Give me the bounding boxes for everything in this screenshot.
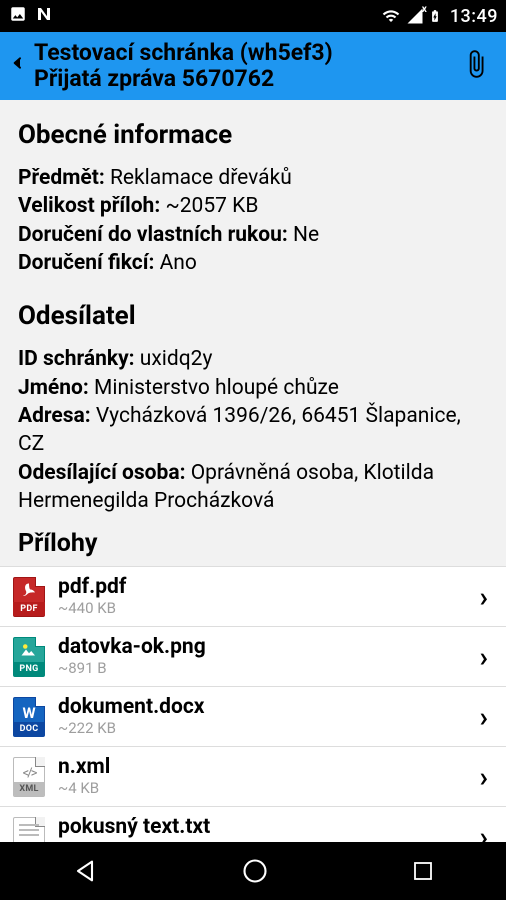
row-sender-name: Jméno: Ministerstvo hloupé chůze — [18, 374, 488, 402]
attachment-name: pdf.pdf — [58, 576, 474, 599]
app-title: Testovací schránka (wh5ef3) Přijatá zprá… — [32, 40, 456, 93]
section-general-heading: Obecné informace — [18, 120, 488, 150]
attachment-row[interactable]: </>XML n.xml ~4 KB › — [0, 746, 506, 806]
app-title-line2: Přijatá zpráva 5670762 — [34, 66, 456, 92]
back-button[interactable] — [4, 48, 32, 84]
app-title-line1: Testovací schránka (wh5ef3) — [34, 40, 456, 66]
nav-back-button[interactable] — [71, 857, 99, 885]
attachment-size: ~4 KB — [58, 779, 474, 797]
attachment-name: n.xml — [58, 756, 474, 779]
row-sender-address: Adresa: Vycházková 1396/26, 66451 Šlapan… — [18, 402, 488, 459]
image-icon — [8, 5, 28, 28]
chevron-right-icon: › — [474, 580, 494, 613]
chevron-right-icon: › — [474, 700, 494, 733]
chevron-right-icon: › — [474, 760, 494, 793]
attachment-list: PDF pdf.pdf ~440 KB › PNG datovka-ok.png… — [0, 566, 506, 842]
row-fiction: Doručení fikcí: Ano — [18, 249, 488, 277]
row-sender-person: Odesílající osoba: Oprávněná osoba, Klot… — [18, 459, 488, 516]
status-clock: 13:49 — [450, 6, 498, 27]
chevron-right-icon: › — [474, 820, 494, 842]
navigation-bar — [0, 842, 506, 900]
attachment-size: ~891 B — [58, 659, 474, 677]
attachment-name: datovka-ok.png — [58, 636, 474, 659]
row-box-id: ID schránky: uxidq2y — [18, 345, 488, 373]
n-icon — [34, 5, 54, 28]
attachment-row[interactable]: TXT pokusný text.txt ~721 B › — [0, 806, 506, 842]
attachment-name: dokument.docx — [58, 696, 474, 719]
txt-file-icon: TXT — [10, 816, 48, 842]
xml-file-icon: </>XML — [10, 756, 48, 798]
attachment-row[interactable]: PNG datovka-ok.png ~891 B › — [0, 626, 506, 686]
battery-icon — [428, 6, 442, 26]
attachment-name: pokusný text.txt — [58, 816, 474, 839]
status-bar: x 13:49 — [0, 0, 506, 32]
pdf-file-icon: PDF — [10, 576, 48, 618]
app-bar: Testovací schránka (wh5ef3) Přijatá zprá… — [0, 32, 506, 100]
wifi-icon — [380, 7, 402, 25]
chevron-right-icon: › — [474, 640, 494, 673]
attachment-size: ~222 KB — [58, 719, 474, 737]
attachment-size: ~440 KB — [58, 599, 474, 617]
row-subject: Předmět: Reklamace dřeváků — [18, 164, 488, 192]
signal-icon: x — [406, 7, 424, 25]
attachment-row[interactable]: WDOC dokument.docx ~222 KB › — [0, 686, 506, 746]
nav-home-button[interactable] — [241, 857, 269, 885]
row-own-hands: Doručení do vlastních rukou: Ne — [18, 221, 488, 249]
attachment-button[interactable] — [456, 48, 496, 84]
png-file-icon: PNG — [10, 636, 48, 678]
row-attachment-size: Velikost příloh: ~2057 KB — [18, 192, 488, 220]
doc-file-icon: WDOC — [10, 696, 48, 738]
nav-recent-button[interactable] — [411, 859, 435, 883]
section-attachments-heading: Přílohy — [0, 519, 506, 566]
attachment-row[interactable]: PDF pdf.pdf ~440 KB › — [0, 566, 506, 626]
section-sender-heading: Odesílatel — [18, 301, 488, 331]
content-scroll[interactable]: Obecné informace Předmět: Reklamace dřev… — [0, 100, 506, 842]
